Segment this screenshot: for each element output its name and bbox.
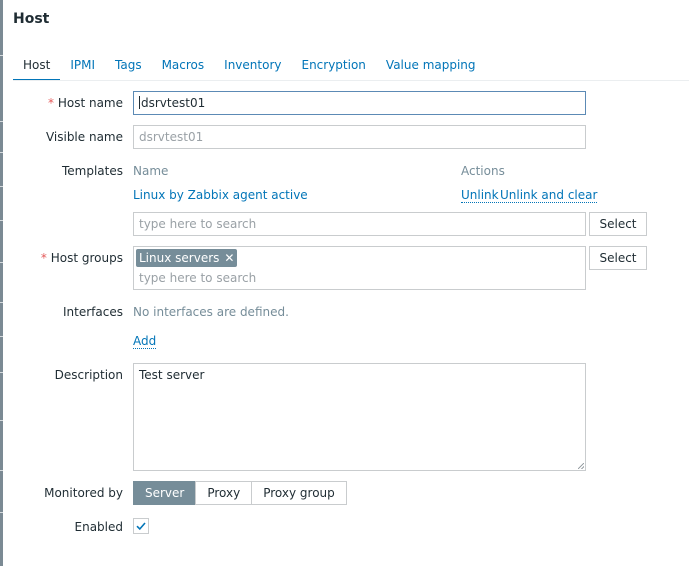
unlink-link[interactable]: Unlink: [461, 188, 499, 203]
templates-search-placeholder: type here to search: [139, 217, 257, 231]
host-name-input[interactable]: dsrvtest01: [133, 91, 586, 115]
text-cursor: [139, 96, 140, 109]
tab-tags[interactable]: Tags: [105, 56, 152, 80]
host-groups-select-button[interactable]: Select: [589, 246, 647, 270]
enabled-label: Enabled: [74, 520, 124, 534]
description-value: Test server: [139, 368, 205, 382]
required-marker: *: [40, 251, 47, 265]
monitored-by-proxy[interactable]: Proxy: [195, 481, 253, 505]
tab-host[interactable]: Host: [13, 56, 61, 81]
description-textarea[interactable]: Test server: [133, 363, 586, 471]
enabled-checkbox[interactable]: [133, 518, 149, 534]
host-name-value: dsrvtest01: [141, 96, 206, 110]
templates-col-actions: Actions: [461, 164, 505, 178]
tab-inventory[interactable]: Inventory: [214, 56, 291, 80]
check-icon: [136, 522, 146, 531]
add-interface-link[interactable]: Add: [133, 334, 157, 349]
visible-name-input[interactable]: dsrvtest01: [133, 125, 586, 149]
description-label: Description: [54, 368, 123, 382]
interfaces-label: Interfaces: [63, 305, 123, 319]
left-edge-shadow: [0, 0, 3, 566]
tab-encryption[interactable]: Encryption: [291, 56, 375, 80]
host-name-label: * Host name: [48, 96, 123, 110]
required-marker: *: [48, 96, 54, 110]
unlink-and-clear-link[interactable]: Unlink and clear: [500, 188, 598, 203]
tab-bar: Host IPMI Tags Macros Inventory Encrypti…: [13, 56, 486, 81]
host-group-chip-label: Linux servers: [139, 251, 220, 265]
monitored-by-radio-group: Server Proxy Proxy group: [133, 481, 347, 505]
visible-name-placeholder: dsrvtest01: [139, 130, 204, 144]
templates-label: Templates: [61, 164, 123, 178]
templates-col-name: Name: [133, 164, 169, 178]
interfaces-empty-text: No interfaces are defined.: [133, 305, 289, 319]
linked-template-link[interactable]: Linux by Zabbix agent active: [133, 188, 308, 202]
tab-macros[interactable]: Macros: [152, 56, 215, 80]
templates-search-input[interactable]: type here to search: [133, 212, 586, 236]
host-groups-search-placeholder[interactable]: type here to search: [139, 271, 256, 285]
resize-grip-icon[interactable]: [578, 463, 584, 469]
tab-ipmi[interactable]: IPMI: [60, 56, 105, 80]
dialog-title: Host: [13, 11, 50, 27]
monitored-by-proxy-group[interactable]: Proxy group: [251, 481, 347, 505]
tab-value-mapping[interactable]: Value mapping: [376, 56, 486, 80]
monitored-by-server[interactable]: Server: [133, 481, 197, 505]
monitored-by-label: Monitored by: [44, 486, 123, 500]
host-groups-label: * Host groups: [40, 251, 123, 265]
host-group-chip: Linux servers ✕: [136, 249, 238, 267]
close-icon[interactable]: ✕: [224, 251, 234, 265]
tab-divider: [13, 80, 689, 81]
templates-select-button[interactable]: Select: [589, 212, 647, 236]
visible-name-label: Visible name: [45, 130, 123, 144]
